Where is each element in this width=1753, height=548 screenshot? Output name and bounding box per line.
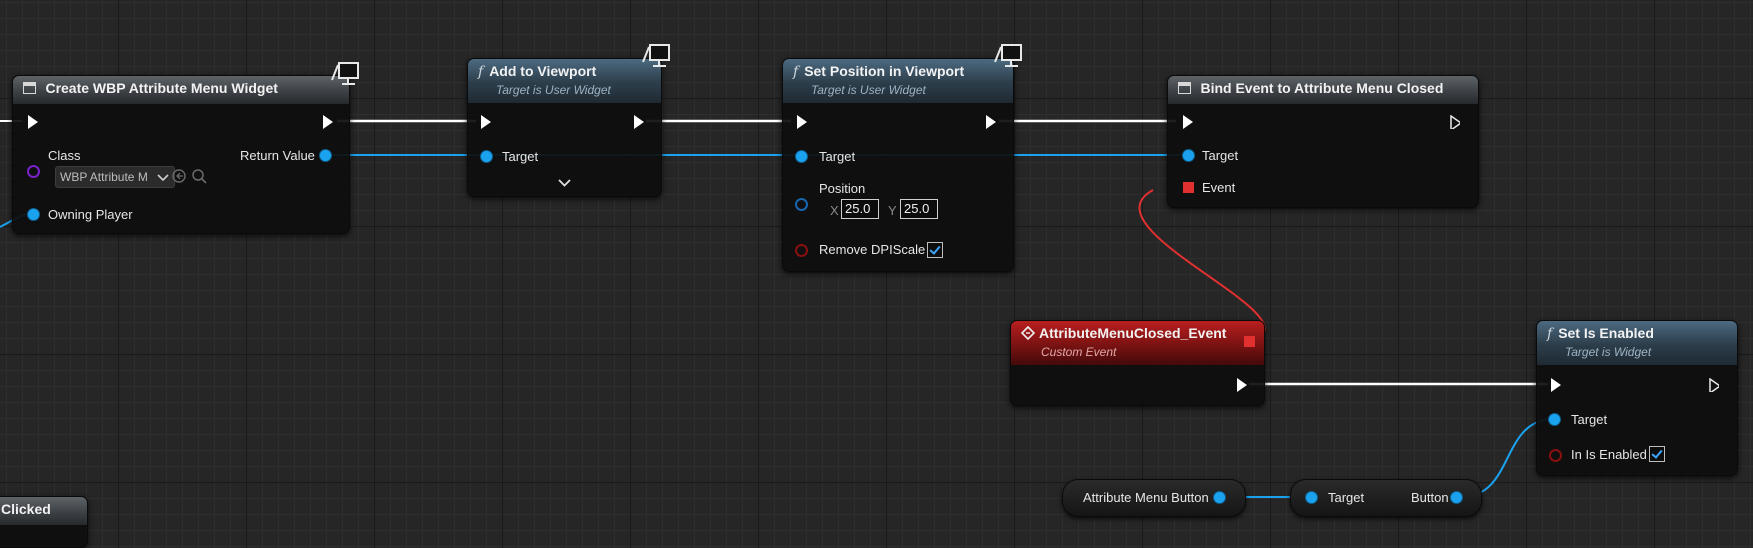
client-only-monitor-icon xyxy=(994,44,1022,67)
add-to-viewport-node[interactable]: f Add to Viewport Target is User Widget T… xyxy=(467,58,662,197)
event-label: Event xyxy=(1202,180,1236,195)
add-to-viewport-node-header: f Add to Viewport Target is User Widget xyxy=(468,59,661,103)
browse-asset-search-icon[interactable] xyxy=(191,168,207,184)
delegate-out-pin[interactable] xyxy=(1244,336,1255,347)
in-is-enabled-label: In Is Enabled xyxy=(1571,447,1647,462)
remove-dpi-scale-pin[interactable] xyxy=(795,244,808,257)
position-y-input[interactable]: 25.0 xyxy=(900,199,938,219)
position-y-axis-label: Y xyxy=(888,203,897,218)
chevron-down-icon[interactable] xyxy=(558,179,571,188)
target-pin[interactable] xyxy=(481,151,492,162)
owning-player-label: Owning Player xyxy=(48,207,133,222)
set-is-enabled-title: Set Is Enabled xyxy=(1558,325,1654,341)
attribute-menu-button-label: Attribute Menu Button xyxy=(1083,490,1209,505)
class-select[interactable]: WBP Attribute M xyxy=(55,166,175,188)
clicked-node-title: Clicked xyxy=(1,501,51,517)
event-diamond-icon xyxy=(1020,325,1036,341)
bind-event-node[interactable]: Bind Event to Attribute Menu Closed Targ… xyxy=(1167,75,1479,208)
class-pin[interactable] xyxy=(27,165,40,178)
widget-icon xyxy=(1178,82,1191,94)
target-label: Target xyxy=(819,149,856,164)
create-widget-node-title: Create WBP Attribute Menu Widget xyxy=(45,80,278,96)
client-only-monitor-icon xyxy=(642,44,670,67)
button-out-pin[interactable] xyxy=(1451,492,1462,503)
create-widget-node-header: Create WBP Attribute Menu Widget xyxy=(13,76,349,104)
widget-icon xyxy=(23,82,36,94)
set-is-enabled-subtitle: Target is Widget xyxy=(1565,345,1652,359)
custom-event-title: AttributeMenuClosed_Event xyxy=(1039,325,1227,341)
owning-player-pin[interactable] xyxy=(28,209,39,220)
class-label: Class xyxy=(48,148,81,163)
exec-in-pin[interactable] xyxy=(797,115,807,129)
position-label: Position xyxy=(819,181,866,196)
set-position-node-header: f Set Position in Viewport Target is User… xyxy=(783,59,1013,103)
position-x-input[interactable]: 25.0 xyxy=(841,199,879,219)
target-pin[interactable] xyxy=(1549,414,1560,425)
create-widget-node[interactable]: Create WBP Attribute Menu Widget Class W… xyxy=(12,75,350,234)
set-position-title: Set Position in Viewport xyxy=(804,63,965,79)
clicked-event-node[interactable]: Clicked xyxy=(0,496,88,548)
target-pin[interactable] xyxy=(1183,150,1194,161)
set-is-enabled-node-header: f Set Is Enabled Target is Widget xyxy=(1537,321,1737,365)
target-pin[interactable] xyxy=(796,151,807,162)
position-pin[interactable] xyxy=(795,198,808,211)
attribute-menu-button-out-pin[interactable] xyxy=(1214,492,1225,503)
button-label: Button xyxy=(1411,490,1449,505)
attribute-menu-button-variable-node[interactable]: Attribute Menu Button xyxy=(1062,479,1246,517)
set-position-subtitle: Target is User Widget xyxy=(811,83,926,97)
exec-out-pin[interactable] xyxy=(1709,378,1719,392)
function-icon: f xyxy=(1547,326,1553,342)
function-icon: f xyxy=(478,64,484,80)
exec-out-pin[interactable] xyxy=(634,115,644,129)
exec-out-pin[interactable] xyxy=(1237,378,1247,392)
function-icon: f xyxy=(793,64,799,80)
exec-out-pin[interactable] xyxy=(986,115,996,129)
client-only-monitor-icon xyxy=(331,62,359,85)
custom-event-subtitle: Custom Event xyxy=(1041,345,1117,359)
set-position-in-viewport-node[interactable]: f Set Position in Viewport Target is User… xyxy=(782,58,1014,272)
return-value-label: Return Value xyxy=(240,148,315,163)
remove-dpi-scale-checkbox[interactable] xyxy=(927,242,943,258)
custom-event-node-header: AttributeMenuClosed_Event Custom Event xyxy=(1011,321,1264,365)
class-select-value: WBP Attribute M xyxy=(60,170,148,184)
get-button-node[interactable]: Target Button xyxy=(1290,479,1482,517)
remove-dpi-scale-label: Remove DPIScale xyxy=(819,242,926,257)
position-x-axis-label: X xyxy=(830,203,839,218)
exec-in-pin[interactable] xyxy=(1183,115,1193,129)
add-to-viewport-title: Add to Viewport xyxy=(489,63,597,79)
exec-in-pin[interactable] xyxy=(1551,378,1561,392)
clicked-node-header: Clicked xyxy=(0,497,87,525)
in-is-enabled-pin[interactable] xyxy=(1549,449,1562,462)
custom-event-node[interactable]: AttributeMenuClosed_Event Custom Event xyxy=(1010,320,1265,406)
target-label: Target xyxy=(502,149,539,164)
set-is-enabled-node[interactable]: f Set Is Enabled Target is Widget Target … xyxy=(1536,320,1738,476)
use-selected-asset-icon[interactable] xyxy=(171,168,187,184)
exec-in-pin[interactable] xyxy=(28,115,38,129)
chevron-down-icon xyxy=(157,174,169,182)
event-pin[interactable] xyxy=(1183,182,1194,193)
bind-event-title: Bind Event to Attribute Menu Closed xyxy=(1200,80,1444,96)
add-to-viewport-subtitle: Target is User Widget xyxy=(496,83,611,97)
target-label: Target xyxy=(1571,412,1608,427)
bind-event-node-header: Bind Event to Attribute Menu Closed xyxy=(1168,76,1478,104)
target-label: Target xyxy=(1202,148,1239,163)
exec-out-pin[interactable] xyxy=(323,115,333,129)
target-pin[interactable] xyxy=(1306,492,1317,503)
target-label: Target xyxy=(1328,490,1365,505)
exec-out-pin[interactable] xyxy=(1450,115,1460,129)
return-value-pin[interactable] xyxy=(320,150,331,161)
exec-in-pin[interactable] xyxy=(481,115,491,129)
in-is-enabled-checkbox[interactable] xyxy=(1649,446,1665,462)
